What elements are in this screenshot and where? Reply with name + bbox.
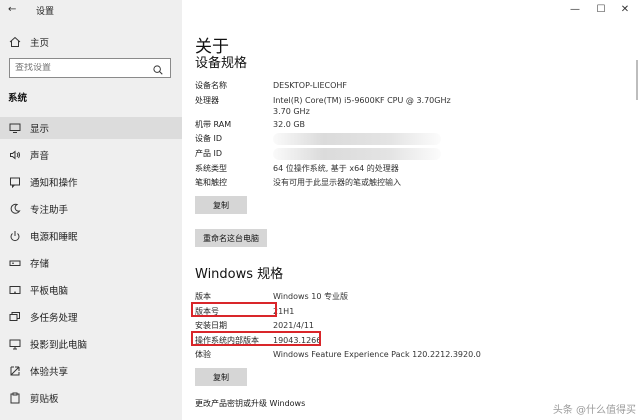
section-heading: 系统 — [8, 93, 28, 104]
clipboard-icon — [8, 391, 22, 405]
search-box[interactable] — [9, 58, 171, 78]
highlight-box-version — [191, 302, 277, 317]
highlight-box-os-build — [191, 331, 321, 346]
watermark: 头条 @什么值得买 — [552, 405, 636, 416]
sidebar-item-home[interactable]: 主页 — [0, 31, 182, 53]
speaker-icon — [8, 148, 22, 162]
sidebar-item-sound[interactable]: 声音 — [0, 144, 182, 166]
search-icon[interactable] — [152, 61, 166, 75]
sidebar-item-notifications[interactable]: 通知和操作 — [0, 171, 182, 193]
sidebar-item-focus-assist[interactable]: 专注助手 — [0, 198, 182, 220]
redacted-value — [273, 133, 441, 145]
app-title: 设置 — [36, 7, 55, 17]
sidebar-item-project[interactable]: 投影到此电脑 — [0, 333, 182, 355]
windows-specs-heading: Windows 规格 — [195, 267, 284, 282]
redacted-value — [273, 148, 441, 160]
change-product-key-link[interactable]: 更改产品密钥或升级 Windows — [195, 398, 305, 409]
search-input[interactable] — [10, 63, 146, 73]
power-icon — [8, 229, 22, 243]
notification-icon — [8, 175, 22, 189]
sidebar-item-power-sleep[interactable]: 电源和睡眠 — [0, 225, 182, 247]
sidebar-item-multitasking[interactable]: 多任务处理 — [0, 306, 182, 328]
share-icon — [8, 364, 22, 378]
rename-pc-button[interactable]: 重命名这台电脑 — [195, 229, 267, 247]
display-icon — [8, 121, 22, 135]
sidebar-item-shared-experiences[interactable]: 体验共享 — [0, 360, 182, 382]
copy-windows-specs-button[interactable]: 复制 — [195, 368, 247, 386]
multitask-icon — [8, 310, 22, 324]
scrollbar-thumb[interactable] — [636, 60, 638, 100]
back-arrow-icon[interactable]: ← — [8, 4, 20, 16]
copy-device-specs-button[interactable]: 复制 — [195, 196, 247, 214]
storage-icon — [8, 256, 22, 270]
home-icon — [8, 35, 22, 49]
device-specs-heading: 设备规格 — [195, 56, 248, 71]
main-content: 关于 设备规格 设备名称 DESKTOP-LIECOHF 处理器 Intel(R… — [182, 0, 640, 420]
sidebar-item-storage[interactable]: 存储 — [0, 252, 182, 274]
sidebar-item-display[interactable]: 显示 — [0, 117, 182, 139]
tablet-icon — [8, 283, 22, 297]
moon-icon — [8, 202, 22, 216]
sidebar: ← 设置 主页 系统 显示 声音 通知和操作 专注助手 — [0, 0, 182, 420]
project-icon — [8, 337, 22, 351]
sidebar-item-tablet[interactable]: 平板电脑 — [0, 279, 182, 301]
sidebar-item-clipboard[interactable]: 剪贴板 — [0, 387, 182, 409]
